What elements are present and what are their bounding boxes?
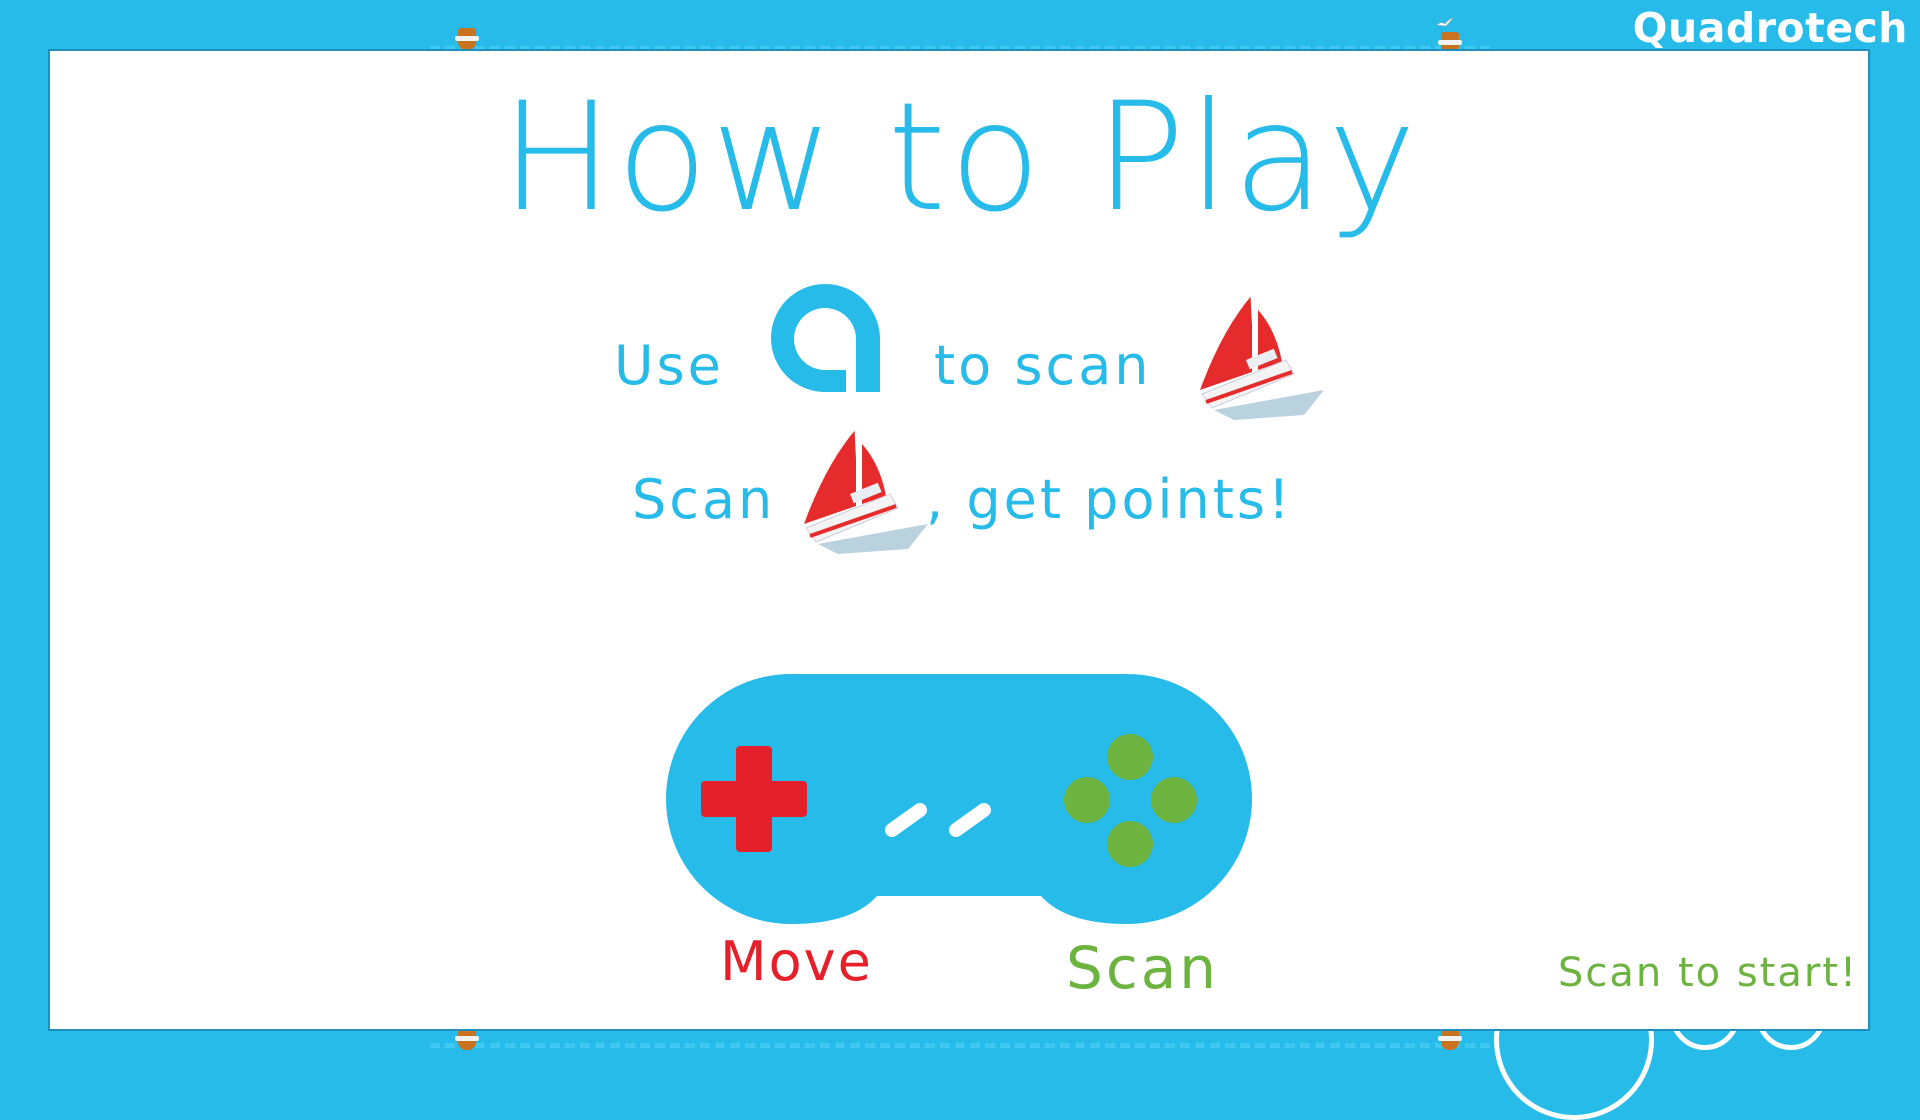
game-controller-illustration [666, 674, 1252, 924]
start-prompt: Scan to start! [1558, 950, 1859, 996]
seagull-icon [1436, 17, 1454, 27]
instruction-scan: Scan [632, 468, 776, 531]
instruction-to-scan: to scan [934, 334, 1152, 397]
instruction-get-points: , get points! [926, 468, 1293, 531]
bottom-rope [430, 1043, 1490, 1048]
buoy-icon [1438, 1028, 1462, 1050]
sailboat-icon [804, 428, 928, 554]
sailboat-icon [1200, 294, 1324, 420]
q-logo-icon [770, 284, 880, 392]
buoy-icon [455, 28, 479, 50]
buoy-icon [455, 1028, 479, 1050]
page-title: How to Play [500, 71, 1420, 245]
scan-label: Scan [1066, 934, 1220, 1002]
instruction-use: Use [614, 334, 724, 397]
brand-logo: Quadrotech [1632, 4, 1908, 52]
move-label: Move [720, 930, 873, 993]
